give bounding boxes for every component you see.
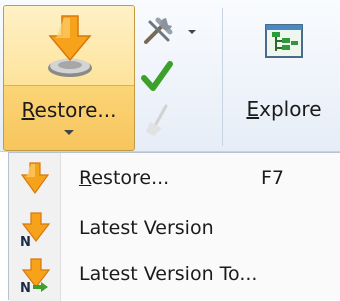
explore-button[interactable]: Explore <box>228 5 340 151</box>
broom-icon <box>146 104 168 136</box>
restore-arrow-icon <box>48 15 92 77</box>
latest-version-to-icon: N <box>20 258 51 293</box>
restore-button-label[interactable]: Restore... <box>4 98 134 122</box>
menu-item-shortcut: F7 <box>261 167 285 189</box>
explore-tree-icon <box>265 24 303 58</box>
tools-dropdown-arrow-icon[interactable] <box>188 30 196 34</box>
ribbon-toolbar: Restore... Explore <box>0 0 340 152</box>
menu-item-restore[interactable]: Restore... F7 <box>9 157 340 201</box>
tools-icon <box>144 17 173 44</box>
ribbon-separator <box>222 8 223 146</box>
menu-item-latest-version[interactable]: N Latest Version <box>9 207 340 251</box>
small-buttons-group <box>140 10 210 140</box>
menu-item-latest-version-to[interactable]: N Latest Version To... <box>9 253 340 297</box>
menu-item-label: Latest Version <box>79 217 214 239</box>
tools-button[interactable] <box>140 14 200 54</box>
latest-version-icon: N <box>20 212 51 247</box>
restore-split-button[interactable]: Restore... <box>3 5 135 151</box>
checkmark-icon <box>141 61 173 91</box>
menu-item-label: Latest Version To... <box>79 263 258 285</box>
restore-dropdown-arrow-icon[interactable] <box>64 130 74 135</box>
verify-button[interactable] <box>140 58 180 98</box>
restore-button-top[interactable] <box>4 6 134 86</box>
cleanup-button[interactable] <box>140 102 180 142</box>
svg-text:N: N <box>20 281 31 293</box>
menu-item-label: Restore... <box>79 167 170 189</box>
explore-button-label[interactable]: Explore <box>228 97 340 121</box>
svg-text:N: N <box>20 235 31 247</box>
restore-arrow-icon <box>20 162 50 195</box>
restore-dropdown-menu: Restore... F7 N Latest Version N Latest … <box>8 152 340 301</box>
